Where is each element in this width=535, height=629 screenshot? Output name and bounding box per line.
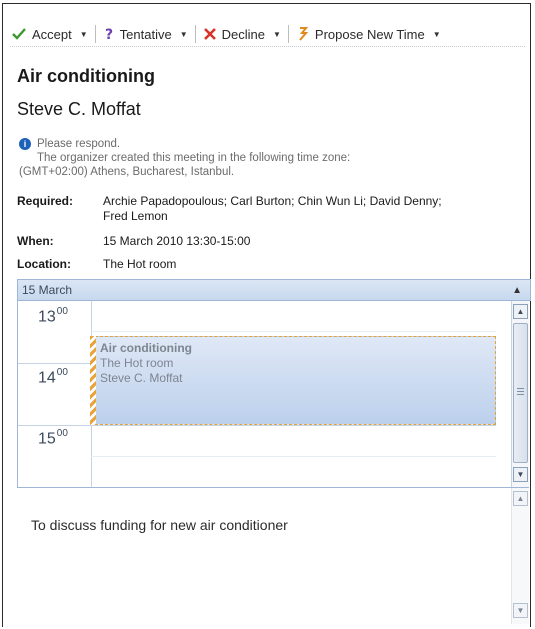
meeting-notes-body[interactable]: To discuss funding for new air condition… — [17, 488, 529, 624]
notes-scrollbar[interactable]: ▲ ▼ — [511, 488, 529, 624]
required-attendees-row: Required: Archie Papadopoulous; Carl Bur… — [17, 194, 513, 224]
question-icon: ? — [104, 27, 114, 41]
decline-button[interactable]: Decline ▼ — [202, 23, 288, 45]
chevron-down-icon[interactable]: ▼ — [273, 30, 281, 39]
collapse-calendar-icon[interactable]: ▲ — [512, 285, 522, 296]
scroll-up-icon[interactable]: ▲ — [513, 304, 528, 319]
tentative-label: Tentative — [119, 26, 172, 42]
scrollbar-thumb[interactable] — [513, 323, 528, 463]
decline-label: Decline — [221, 26, 265, 42]
info-line-time-zone-note: The organizer created this meeting in th… — [37, 152, 351, 164]
when-value: 15 March 2010 13:30-15:00 — [103, 234, 251, 248]
check-icon — [12, 28, 26, 40]
calendar-preview-header: 15 March ▲ — [17, 279, 531, 301]
info-bar: i Please respond. The organizer created … — [19, 137, 350, 179]
chevron-down-icon[interactable]: ▼ — [80, 30, 88, 39]
notes-text: To discuss funding for new air condition… — [31, 517, 288, 533]
calendar-date: 15 March — [22, 283, 73, 297]
meeting-organizer: Steve C. Moffat — [17, 99, 141, 119]
location-value: The Hot room — [103, 257, 177, 271]
svg-text:?: ? — [105, 27, 113, 41]
half-hour-line — [91, 456, 496, 457]
toolbar-divider — [194, 25, 196, 43]
calendar-scrollbar[interactable]: ▲ ▼ — [511, 301, 529, 487]
grip-icon — [517, 388, 524, 396]
time-label-15: 1500 — [38, 428, 68, 448]
tentative-status-stripe — [90, 336, 96, 425]
meeting-subject: Air conditioning — [17, 66, 155, 86]
toolbar-divider — [287, 25, 289, 43]
required-label: Required: — [17, 194, 74, 208]
time-label-14: 1400 — [38, 367, 68, 387]
when-row: When: 15 March 2010 13:30-15:00 — [17, 234, 250, 249]
appointment-location: The Hot room — [100, 356, 174, 370]
tentative-button[interactable]: ? Tentative ▼ — [102, 23, 195, 45]
info-icon: i — [19, 138, 31, 150]
propose-time-icon — [297, 27, 309, 41]
scroll-up-icon[interactable]: ▲ — [513, 491, 528, 506]
scroll-down-icon[interactable]: ▼ — [513, 467, 528, 482]
appointment-organizer: Steve C. Moffat — [100, 371, 183, 385]
info-line-time-zone: (GMT+02:00) Athens, Bucharest, Istanbul. — [19, 166, 235, 178]
time-label-13: 1300 — [38, 306, 68, 326]
toolbar-divider — [94, 25, 96, 43]
info-line-please-respond: Please respond. — [37, 138, 121, 150]
required-attendees-value[interactable]: Archie Papadopoulous; Carl Burton; Chin … — [103, 194, 513, 224]
required-attendees-line: Archie Papadopoulous; Carl Burton; Chin … — [103, 194, 442, 208]
appointment-block[interactable]: Air conditioning The Hot room Steve C. M… — [90, 336, 496, 425]
x-icon — [203, 28, 216, 40]
accept-label: Accept — [32, 26, 72, 42]
time-column: 1300 1400 1500 — [18, 301, 92, 487]
required-attendees-line: Fred Lemon — [103, 209, 168, 223]
when-label: When: — [17, 234, 54, 248]
chevron-down-icon[interactable]: ▼ — [433, 30, 441, 39]
propose-new-time-label: Propose New Time — [314, 26, 425, 42]
appointment-subject: Air conditioning — [100, 341, 192, 355]
half-hour-line — [91, 331, 496, 332]
hour-line — [18, 425, 496, 426]
chevron-down-icon[interactable]: ▼ — [180, 30, 188, 39]
scroll-down-icon[interactable]: ▼ — [513, 603, 528, 618]
location-row: Location: The Hot room — [17, 257, 176, 272]
calendar-preview: 1300 1400 1500 Air conditioning The Hot … — [17, 301, 529, 488]
location-label: Location: — [17, 257, 71, 271]
response-toolbar: Accept ▼ ? Tentative ▼ Decline ▼ Propose… — [10, 22, 525, 47]
propose-new-time-button[interactable]: Propose New Time ▼ — [295, 23, 448, 45]
accept-button[interactable]: Accept ▼ — [10, 23, 95, 45]
